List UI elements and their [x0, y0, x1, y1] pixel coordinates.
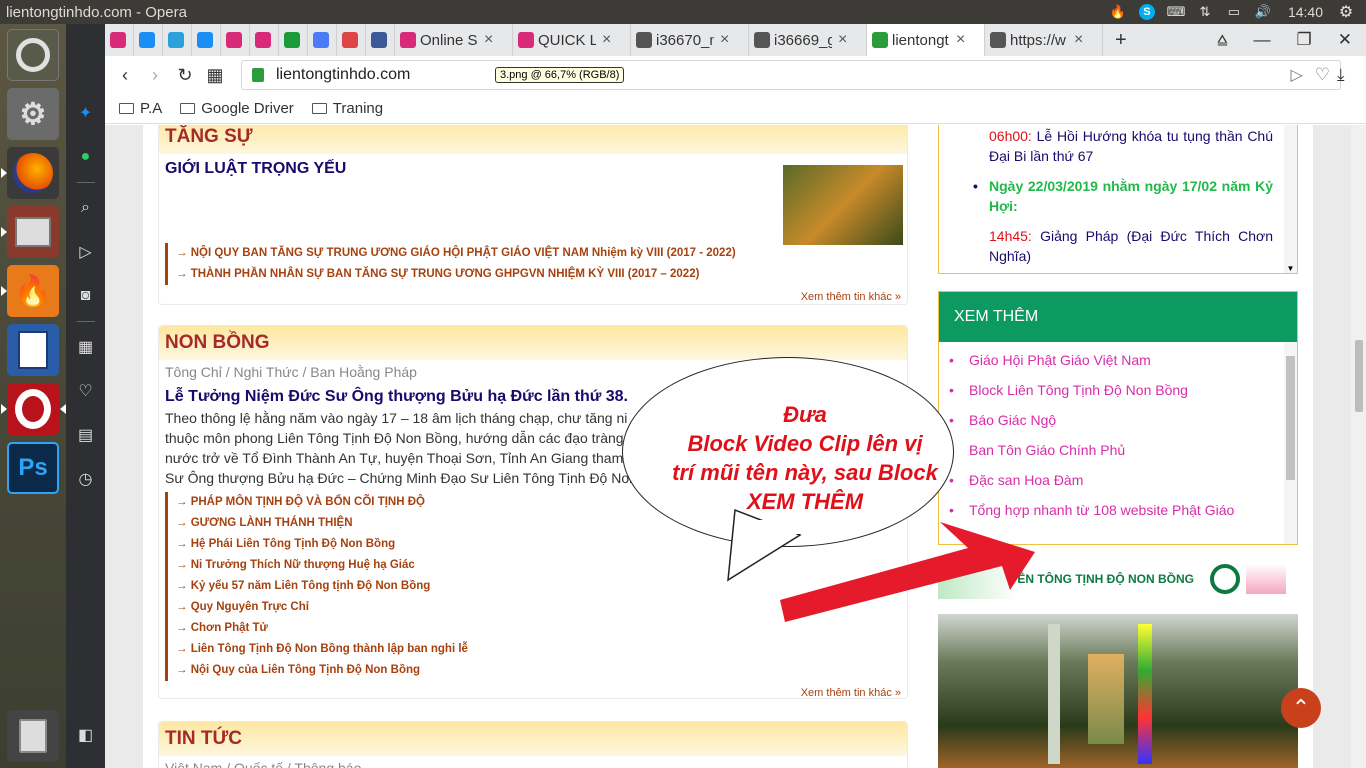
scroll-to-top-button[interactable]: ⌃: [1281, 688, 1321, 728]
red-arrow: [780, 522, 1035, 622]
callout-tail-cover: [740, 520, 800, 534]
callout-line: trí mũi tên này, sau Block: [672, 460, 938, 485]
callout-line: XEM THÊM: [746, 489, 864, 514]
callout-line: Đưa: [783, 402, 827, 427]
callout-line: Block Video Clip lên vị: [687, 431, 923, 456]
callout-text: Đưa Block Video Clip lên vị trí mũi tên nà…: [655, 400, 955, 516]
annotation-overlay: [727, 508, 1035, 622]
